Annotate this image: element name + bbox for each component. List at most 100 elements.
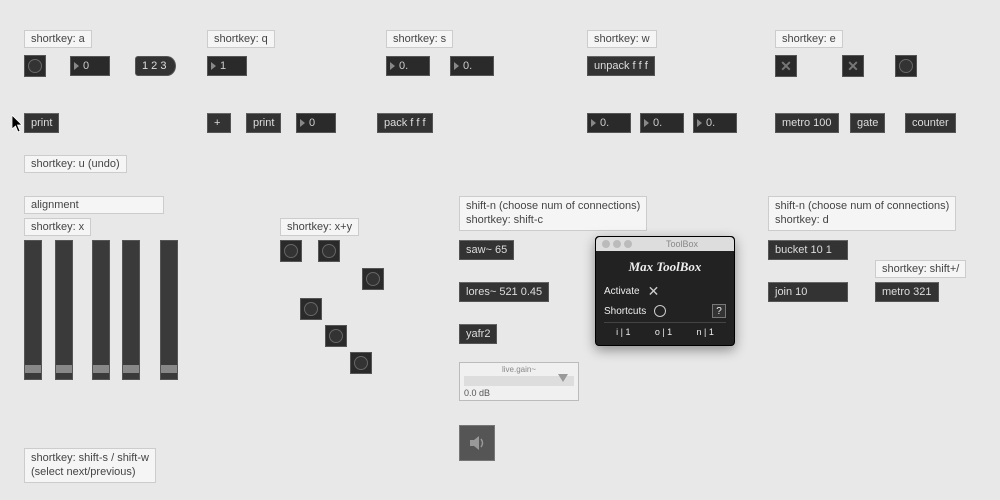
numbox-a-0-value: 0 [83,60,89,72]
toggle-e-1[interactable]: ✕ [775,55,797,77]
label-shortkey-x: shortkey: x [24,218,91,236]
label-shortkey-s: shortkey: s [386,30,453,48]
label-shortkey-e: shortkey: e [775,30,843,48]
slider-x-3[interactable] [92,240,110,380]
toolbox-row-activate: Activate ✕ [604,283,726,300]
toolbox-footer: i | 1 o | 1 n | 1 [604,322,726,337]
toolbox-body: Max ToolBox Activate ✕ Shortcuts ? i | 1… [596,251,734,345]
numbox-q-out-value: 0 [309,117,315,129]
print-q-text: print [253,117,274,129]
toolbox-shortcuts-label: Shortcuts [604,306,646,317]
floatbox-w-1[interactable]: 0. [587,113,631,133]
floatbox-s-2[interactable]: 0. [450,56,494,76]
yafr-text: yafr2 [466,328,490,340]
floatbox-s-1-value: 0. [399,60,408,72]
lores-obj[interactable]: lores~ 521 0.45 [459,282,549,302]
toolbox-row-shortcuts: Shortcuts ? [604,304,726,318]
label-d-bot: shortkey: d [775,213,949,227]
bang-e[interactable] [895,55,917,77]
saw-text: saw~ 65 [466,244,507,256]
slider-x-1[interactable] [24,240,42,380]
floatbox-w-3-value: 0. [706,117,715,129]
numbox-q-out[interactable]: 0 [296,113,336,133]
floatbox-w-2[interactable]: 0. [640,113,684,133]
lores-text: lores~ 521 0.45 [466,286,542,298]
metro-321[interactable]: metro 321 [875,282,939,302]
traffic-lights[interactable] [602,240,632,248]
label-section-d: shift-n (choose num of connections) shor… [768,196,956,231]
label-select-np: shortkey: shift-s / shift-w (select next… [24,448,156,483]
toolbox-o: o | 1 [655,327,672,337]
unpack-obj[interactable]: unpack f f f [587,56,655,76]
bucket-obj[interactable]: bucket 10 1 [768,240,848,260]
floatbox-s-1[interactable]: 0. [386,56,430,76]
bang-xy-2[interactable] [318,240,340,262]
toolbox-window-title: ToolBox [666,239,698,249]
floatbox-w-2-value: 0. [653,117,662,129]
toolbox-titlebar[interactable]: ToolBox [596,237,734,251]
pack-obj[interactable]: pack f f f [377,113,433,133]
pack-text: pack f f f [384,117,426,129]
slider-x-5[interactable] [160,240,178,380]
bang-a[interactable] [24,55,46,77]
ezdac-speaker-icon[interactable] [459,425,495,461]
print-a-text: print [31,117,52,129]
gate-text: gate [857,117,878,129]
counter-text: counter [912,117,949,129]
bang-xy-6[interactable] [350,352,372,374]
shortcuts-toggle-icon[interactable] [654,305,666,317]
live-gain[interactable]: live.gain~ 0.0 dB [459,362,579,401]
msg-123-text: 1 2 3 [142,60,166,72]
toolbox-i: i | 1 [616,327,630,337]
numbox-a-0[interactable]: 0 [70,56,110,76]
toolbox-heading: Max ToolBox [604,259,726,275]
floatbox-w-1-value: 0. [600,117,609,129]
numbox-q-1[interactable]: 1 [207,56,247,76]
join-text: join 10 [775,286,807,298]
bang-xy-4[interactable] [300,298,322,320]
label-shiftplus: shortkey: shift+/ [875,260,966,278]
label-shortkey-undo: shortkey: u (undo) [24,155,127,173]
plus-obj[interactable]: + [207,113,231,133]
toolbox-activate-label: Activate [604,286,640,297]
gain-track[interactable] [464,376,574,386]
unpack-text: unpack f f f [594,60,648,72]
print-a[interactable]: print [24,113,59,133]
saw-obj[interactable]: saw~ 65 [459,240,514,260]
plus-text: + [214,117,220,129]
msg-123[interactable]: 1 2 3 [135,56,176,76]
help-button[interactable]: ? [712,304,726,318]
activate-toggle-icon[interactable]: ✕ [648,283,660,300]
gain-handle-icon[interactable] [558,374,568,382]
floatbox-s-2-value: 0. [463,60,472,72]
label-alignment: alignment [24,196,164,214]
slider-x-4[interactable] [122,240,140,380]
toolbox-window[interactable]: ToolBox Max ToolBox Activate ✕ Shortcuts… [595,236,735,346]
print-q[interactable]: print [246,113,281,133]
label-shortkey-w: shortkey: w [587,30,657,48]
label-c-bot: shortkey: shift-c [466,213,640,227]
counter-obj[interactable]: counter [905,113,956,133]
gain-db: 0.0 dB [464,388,574,398]
gain-title: live.gain~ [464,365,574,374]
slider-x-2[interactable] [55,240,73,380]
label-shortkey-xy: shortkey: x+y [280,218,359,236]
label-d-top: shift-n (choose num of connections) [775,199,949,213]
bucket-text: bucket 10 1 [775,244,832,256]
yafr-obj[interactable]: yafr2 [459,324,497,344]
bang-xy-3[interactable] [362,268,384,290]
floatbox-w-3[interactable]: 0. [693,113,737,133]
numbox-q-1-value: 1 [220,60,226,72]
metro-100[interactable]: metro 100 [775,113,839,133]
metro-321-text: metro 321 [882,286,932,298]
join-obj[interactable]: join 10 [768,282,848,302]
label-c-top: shift-n (choose num of connections) [466,199,640,213]
gate-obj[interactable]: gate [850,113,885,133]
toolbox-n: n | 1 [696,327,713,337]
toggle-e-2[interactable]: ✕ [842,55,864,77]
bang-xy-1[interactable] [280,240,302,262]
bang-xy-5[interactable] [325,325,347,347]
label-select-np-text: shortkey: shift-s / shift-w (select next… [31,452,149,478]
label-shortkey-q: shortkey: q [207,30,275,48]
metro-100-text: metro 100 [782,117,832,129]
